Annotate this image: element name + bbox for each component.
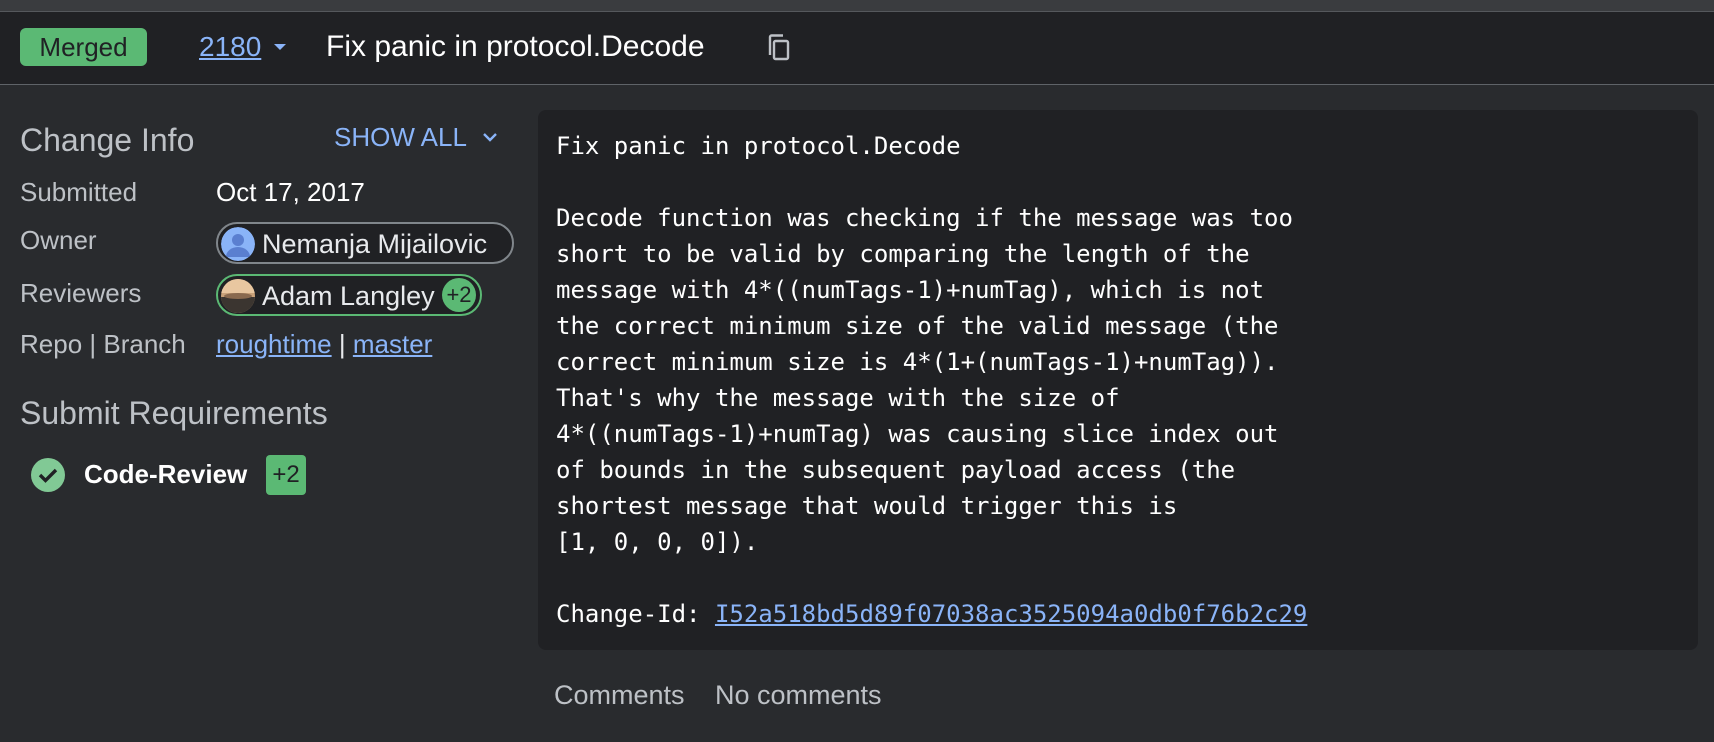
- browser-top-strip: [0, 0, 1714, 12]
- reviewer-chip[interactable]: Adam Langley +2: [216, 274, 482, 316]
- repo-branch-value: roughtime | master: [216, 329, 432, 360]
- message-line: of bounds in the subsequent payload acce…: [556, 456, 1236, 484]
- message-line: [1, 0, 0, 0]).: [556, 528, 759, 556]
- show-all-label: SHOW ALL: [334, 122, 467, 152]
- avatar-icon: [221, 227, 255, 261]
- comments-label: Comments: [554, 680, 685, 710]
- message-line: 4*((numTags-1)+numTag) was causing slice…: [556, 420, 1279, 448]
- reviewer-name: Adam Langley: [262, 281, 435, 311]
- message-line: shortest message that would trigger this…: [556, 492, 1178, 520]
- branch-link[interactable]: master: [353, 329, 432, 359]
- owner-name: Nemanja Mijailovic: [262, 229, 488, 259]
- chevron-down-icon[interactable]: [272, 40, 288, 54]
- repo-branch-label: Repo | Branch: [20, 329, 186, 359]
- message-line: Decode function was checking if the mess…: [556, 204, 1293, 232]
- message-line: That's why the message with the size of: [556, 384, 1120, 412]
- status-badge: Merged: [20, 28, 147, 66]
- change-info-title: Change Info: [20, 122, 195, 158]
- message-line: Fix panic in protocol.Decode: [556, 132, 961, 160]
- check-circle-icon: [31, 458, 65, 492]
- repo-link[interactable]: roughtime: [216, 329, 332, 359]
- submitted-value: Oct 17, 2017: [216, 177, 365, 207]
- message-line: the correct minimum size of the valid me…: [556, 312, 1279, 340]
- requirement-vote-badge: +2: [266, 455, 306, 495]
- change-header: Merged 2180 Fix panic in protocol.Decode: [0, 12, 1714, 85]
- change-id-label: Change-Id:: [556, 600, 715, 628]
- submit-requirements-title: Submit Requirements: [20, 395, 328, 431]
- show-all-button[interactable]: SHOW ALL: [334, 122, 497, 153]
- message-line: short to be valid by comparing the lengt…: [556, 240, 1250, 268]
- owner-label: Owner: [20, 225, 97, 255]
- reviewer-vote-badge: +2: [442, 278, 476, 312]
- message-line: message with 4*((numTags-1)+numTag), whi…: [556, 276, 1265, 304]
- change-number-link[interactable]: 2180: [199, 30, 261, 64]
- change-title: Fix panic in protocol.Decode: [326, 30, 705, 63]
- requirement-name[interactable]: Code-Review: [84, 459, 247, 490]
- submitted-label: Submitted: [20, 177, 138, 207]
- comments-value: No comments: [715, 680, 882, 710]
- reviewers-label: Reviewers: [20, 278, 142, 308]
- commit-message-box: Fix panic in protocol.Decode Decode func…: [538, 110, 1698, 650]
- change-id-line: Change-Id: I52a518bd5d89f07038ac3525094a…: [556, 600, 1307, 628]
- change-id-link[interactable]: I52a518bd5d89f07038ac3525094a0db0f76b2c2…: [715, 600, 1307, 628]
- owner-chip[interactable]: Nemanja Mijailovic: [216, 222, 514, 264]
- copy-icon[interactable]: [766, 33, 792, 63]
- repo-branch-separator: |: [338, 329, 346, 359]
- chevron-down-icon: [483, 133, 497, 142]
- message-line: correct minimum size is 4*(1+(numTags-1)…: [556, 348, 1279, 376]
- avatar: [221, 279, 255, 313]
